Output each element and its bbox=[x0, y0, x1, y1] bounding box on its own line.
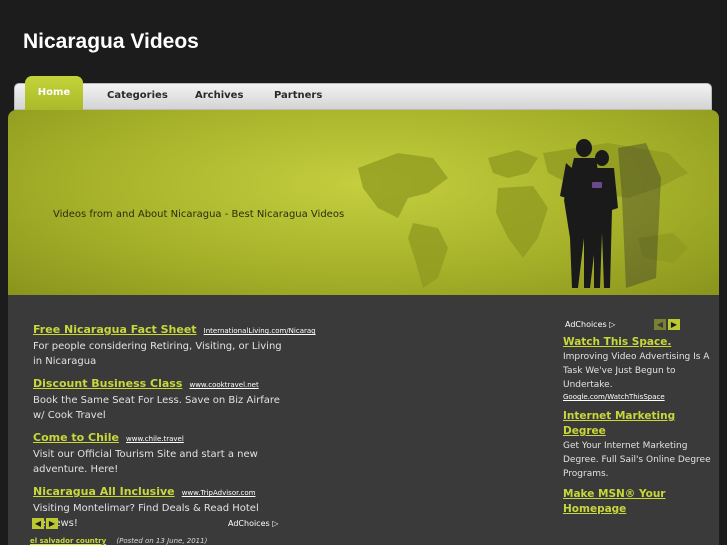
ad-unit-right: Watch This Space. Improving Video Advert… bbox=[563, 335, 713, 523]
ad-description: Visit our Official Tourism Site and star… bbox=[33, 449, 258, 475]
ad-item: Internet Marketing Degree Get Your Inter… bbox=[563, 409, 713, 481]
site-title[interactable]: Nicaragua Videos bbox=[23, 30, 199, 54]
ad-url-link[interactable]: Google.com/WatchThisSpace bbox=[563, 392, 713, 403]
adchoices-icon: ▷ bbox=[272, 519, 279, 528]
adchoices-link-left[interactable]: AdChoices ▷ bbox=[228, 519, 278, 528]
post-date: (Posted on 13 June, 2011) bbox=[116, 537, 208, 545]
post-category-link[interactable]: el salvador country bbox=[30, 537, 106, 545]
adchoices-label: AdChoices bbox=[565, 320, 607, 329]
ad-item: Discount Business Class www.cooktravel.n… bbox=[33, 374, 283, 423]
nav-item-partners[interactable]: Partners bbox=[274, 90, 322, 101]
ad-url-link[interactable]: InternationalLiving.com/Nicarag bbox=[204, 327, 316, 335]
ad-description: Book the Same Seat For Less. Save on Biz… bbox=[33, 395, 280, 421]
ad-prev-button[interactable]: ◀ bbox=[654, 319, 666, 330]
ad-url-link[interactable]: www.TripAdvisor.com bbox=[182, 489, 256, 497]
ad-title-link[interactable]: Nicaragua All Inclusive bbox=[33, 485, 175, 498]
ad-item: Make MSN® Your Homepage bbox=[563, 487, 713, 517]
business-people-image bbox=[560, 139, 661, 288]
ad-title-link[interactable]: Internet Marketing Degree bbox=[563, 409, 713, 439]
ad-url-link[interactable]: www.chile.travel bbox=[126, 435, 184, 443]
ad-prev-button[interactable]: ◀ bbox=[32, 518, 44, 529]
ad-url-link[interactable]: www.cooktravel.net bbox=[189, 381, 258, 389]
ad-next-button[interactable]: ▶ bbox=[46, 518, 58, 529]
nav-item-archives[interactable]: Archives bbox=[195, 90, 243, 101]
ad-next-button[interactable]: ▶ bbox=[668, 319, 680, 330]
adchoices-link-right[interactable]: AdChoices ▷ bbox=[565, 320, 615, 329]
site-tagline: Videos from and About Nicaragua - Best N… bbox=[53, 209, 345, 220]
main-nav: Categories Archives Partners bbox=[14, 83, 712, 110]
ad-item: Watch This Space. Improving Video Advert… bbox=[563, 335, 713, 403]
ad-item: Come to Chile www.chile.travel Visit our… bbox=[33, 428, 283, 477]
adchoices-icon: ▷ bbox=[609, 320, 616, 329]
ad-unit-left: Free Nicaragua Fact Sheet InternationalL… bbox=[33, 320, 316, 536]
nav-item-home[interactable]: Home bbox=[25, 76, 83, 112]
ad-title-link[interactable]: Watch This Space. bbox=[563, 335, 713, 350]
ad-description: Get Your Internet Marketing Degree. Full… bbox=[563, 441, 711, 479]
ad-description: For people considering Retiring, Visitin… bbox=[33, 341, 282, 367]
ad-title-link[interactable]: Free Nicaragua Fact Sheet bbox=[33, 323, 197, 336]
ad-item: Free Nicaragua Fact Sheet InternationalL… bbox=[33, 320, 316, 369]
post-meta: el salvador country (Posted on 13 June, … bbox=[30, 537, 207, 545]
ad-title-link[interactable]: Make MSN® Your Homepage bbox=[563, 487, 713, 517]
nav-item-categories[interactable]: Categories bbox=[107, 90, 168, 101]
ad-description: Improving Video Advertising Is A Task We… bbox=[563, 352, 710, 390]
ad-title-link[interactable]: Discount Business Class bbox=[33, 377, 182, 390]
adchoices-label: AdChoices bbox=[228, 519, 270, 528]
ad-title-link[interactable]: Come to Chile bbox=[33, 431, 119, 444]
header-banner: Videos from and About Nicaragua - Best N… bbox=[8, 110, 719, 295]
